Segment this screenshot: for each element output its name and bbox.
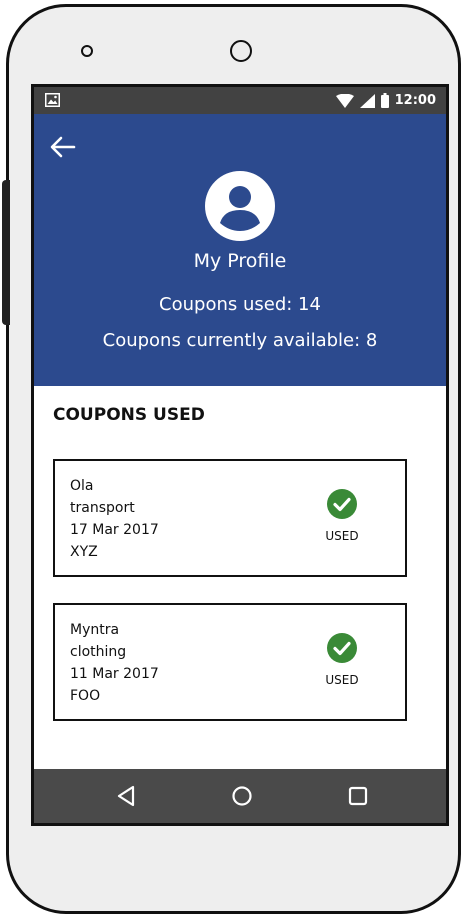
wifi-icon	[335, 93, 354, 108]
coupon-details: Ola transport 17 Mar 2017 XYZ	[70, 475, 159, 563]
battery-icon	[380, 93, 389, 108]
phone-camera	[230, 40, 252, 62]
coupon-code: FOO	[70, 688, 101, 704]
profile-title: My Profile	[193, 250, 287, 272]
coupon-brand: Ola	[70, 478, 94, 494]
coupon-status: USED	[317, 632, 367, 687]
triangle-back-icon[interactable]	[114, 783, 140, 809]
coupon-status: USED	[317, 488, 367, 543]
coupon-status-label: USED	[325, 529, 359, 543]
status-time: 12:00	[394, 93, 436, 108]
coupon-category: clothing	[70, 644, 127, 660]
coupon-card[interactable]: Myntra clothing 11 Mar 2017 FOO USED	[53, 603, 407, 721]
profile-header: My Profile Coupons used: 14 Coupons curr…	[34, 114, 446, 386]
square-recents-icon[interactable]	[345, 783, 371, 809]
coupon-details: Myntra clothing 11 Mar 2017 FOO	[70, 619, 159, 707]
coupon-code: XYZ	[70, 544, 98, 560]
coupons-used-count: Coupons used: 14	[159, 294, 321, 315]
signal-icon	[359, 93, 375, 108]
check-circle-icon	[327, 489, 357, 519]
image-notification-icon	[45, 93, 60, 107]
coupon-card[interactable]: Ola transport 17 Mar 2017 XYZ USED	[53, 459, 407, 577]
coupon-date: 17 Mar 2017	[70, 522, 159, 538]
phone-speaker	[81, 45, 93, 57]
check-circle-icon	[327, 633, 357, 663]
coupons-available-count: Coupons currently available: 8	[102, 330, 378, 351]
coupon-date: 11 Mar 2017	[70, 666, 159, 682]
android-nav-bar	[34, 769, 446, 823]
circle-home-icon[interactable]	[229, 783, 255, 809]
coupon-status-label: USED	[325, 673, 359, 687]
arrow-back-icon[interactable]	[48, 132, 78, 162]
account-circle-icon	[205, 171, 275, 241]
phone-side-button	[2, 180, 10, 325]
app-screen: 12:00 My Profile Coupons used: 14 Coupon…	[31, 84, 449, 826]
status-indicators: 12:00	[335, 90, 436, 111]
section-title: COUPONS USED	[53, 405, 205, 425]
coupon-category: transport	[70, 500, 135, 516]
coupon-brand: Myntra	[70, 622, 120, 638]
status-bar: 12:00	[34, 87, 446, 114]
